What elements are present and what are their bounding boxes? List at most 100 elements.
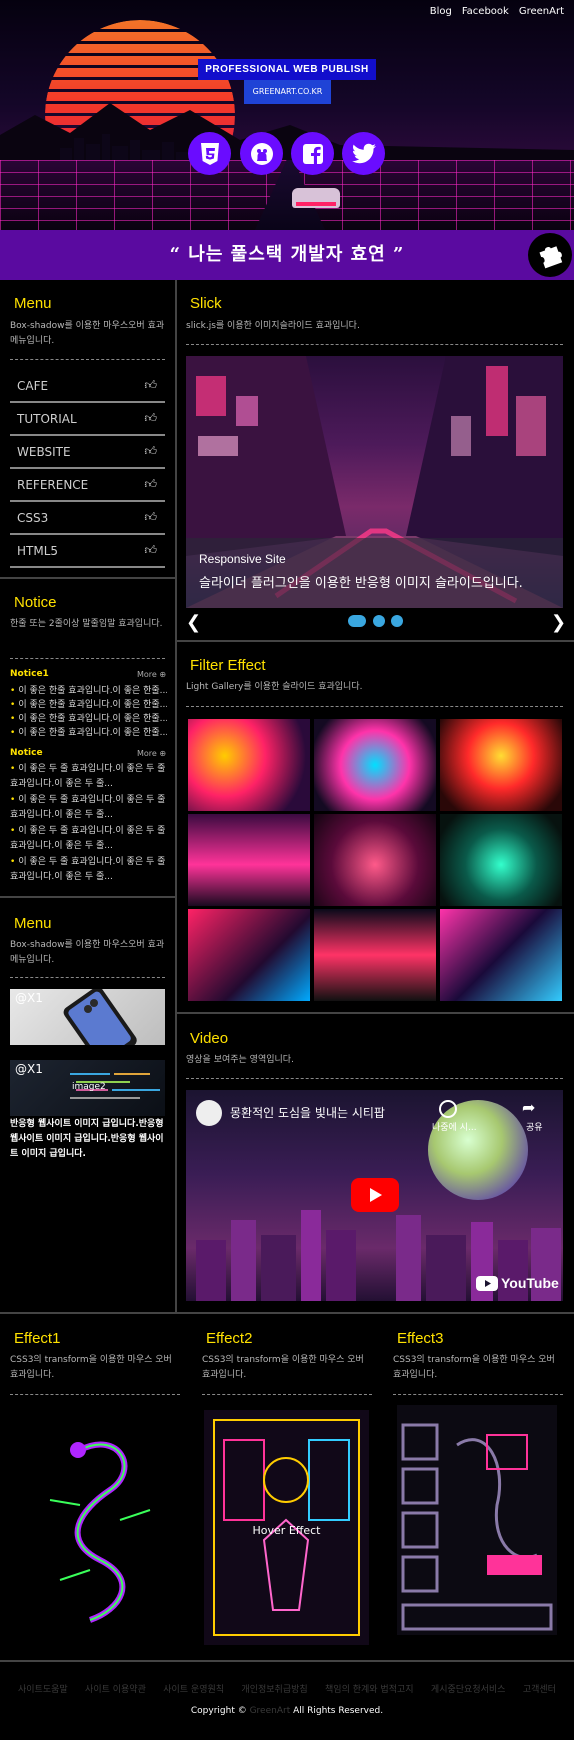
notice-item[interactable]: • 이 좋은 두 줄 효과입니다.이 좋은 두 줄 효과입니다.이 좋은 두 줄.…: [10, 824, 167, 854]
more-link[interactable]: More ⊕: [137, 670, 166, 679]
video-title: Video: [190, 1030, 229, 1047]
youtube-icon: [476, 1275, 498, 1291]
menu-desc: Box-shadow를 이용한 마우스오버 효과 메뉴입니다.: [10, 321, 165, 346]
effect3-image[interactable]: [397, 1405, 557, 1635]
effect2-desc: CSS3의 transform을 이용한 마우스 오버효과입니다.: [202, 1355, 364, 1380]
effect2-title: Effect2: [206, 1330, 253, 1347]
nav-link-greenart[interactable]: GreenArt: [519, 6, 564, 17]
filter-desc: Light Gallery를 이용한 슬라이드 효과입니다.: [186, 682, 363, 692]
gallery-item-9[interactable]: [440, 909, 562, 1001]
image2-text: image2: [72, 1082, 106, 1092]
notice2-tab[interactable]: Notice: [10, 748, 43, 758]
slider-dot[interactable]: [391, 615, 403, 627]
footer-link[interactable]: 사이트도움말: [18, 1682, 68, 1695]
thumbs-up-icon: 👍︎: [144, 477, 157, 491]
code-image[interactable]: @X1 image2: [10, 1060, 165, 1116]
section-divider: [177, 640, 574, 642]
footer-link[interactable]: 사이트 운영원칙: [163, 1682, 224, 1695]
effect1-image[interactable]: [20, 1410, 170, 1640]
slider-dot[interactable]: [373, 615, 385, 627]
phone-image[interactable]: @X1: [10, 989, 165, 1045]
slider-dot-active[interactable]: [348, 615, 366, 627]
slide-title: Responsive Site: [199, 552, 286, 566]
menu-item-html5[interactable]: HTML5 👍︎: [10, 535, 165, 568]
notice-item[interactable]: • 이 좋은 두 줄 효과입니다.이 좋은 두 줄 효과입니다.이 좋은 두 줄.…: [10, 793, 167, 823]
effect2-image[interactable]: Hover Effect: [204, 1410, 369, 1645]
column-divider: [175, 280, 177, 1312]
gallery-item-4[interactable]: [188, 814, 310, 906]
menu-item-cafe[interactable]: CAFE 👍︎: [10, 370, 165, 403]
clock-icon[interactable]: [439, 1100, 457, 1118]
channel-avatar[interactable]: [196, 1100, 222, 1126]
gallery-item-6[interactable]: [440, 814, 562, 906]
chevron-left-icon[interactable]: ❮: [186, 612, 201, 633]
slick-desc: slick.js를 이용한 이미지슬라이드 효과입니다.: [186, 321, 360, 331]
menu-item-reference[interactable]: REFERENCE 👍︎: [10, 469, 165, 502]
notice-item[interactable]: • 이 좋은 한줄 효과입니다.이 좋은 한줄...: [10, 698, 167, 712]
quote-banner: “ 나는 풀스택 개발자 효연 ”: [0, 230, 574, 280]
nav-link-facebook[interactable]: Facebook: [462, 6, 509, 17]
watch-later-label: 나중에 시...: [432, 1123, 477, 1133]
footer-link[interactable]: 사이트 이용약관: [85, 1682, 146, 1695]
notice-item[interactable]: • 이 좋은 한줄 효과입니다.이 좋은 한줄...: [10, 712, 167, 726]
footer-link[interactable]: 책임의 한계와 법적고지: [325, 1682, 414, 1695]
image1-label: @X1: [15, 991, 43, 1005]
slide-caption: Responsive Site 슬라이더 플러그인을 이용한 반응형 이미지 슬…: [186, 538, 563, 608]
divider: [186, 1078, 563, 1079]
brand-link[interactable]: GreenArt: [250, 1706, 291, 1716]
slick-title: Slick: [190, 295, 222, 312]
effect1-title: Effect1: [14, 1330, 61, 1347]
copyright: Copyright © GreenArt All Rights Reserved…: [190, 1706, 384, 1716]
divider: [10, 1394, 180, 1395]
share-icon[interactable]: ➦: [522, 1098, 535, 1117]
gallery-item-8[interactable]: [314, 909, 436, 1001]
notice-item[interactable]: • 이 좋은 한줄 효과입니다.이 좋은 한줄...: [10, 726, 167, 740]
youtube-embed[interactable]: 몽환적인 도심을 빛내는 시티팝 나중에 시... ➦ 공유 YouTube: [186, 1090, 563, 1301]
slider-image[interactable]: Responsive Site 슬라이더 플러그인을 이용한 반응형 이미지 슬…: [186, 356, 563, 608]
notice-item[interactable]: • 이 좋은 두 줄 효과입니다.이 좋은 두 줄 효과입니다.이 좋은 두 줄.…: [10, 762, 167, 792]
gallery-item-1[interactable]: [188, 719, 310, 811]
html5-icon[interactable]: [188, 132, 231, 175]
chevron-right-icon[interactable]: ❯: [551, 612, 566, 633]
divider: [393, 1394, 563, 1395]
footer-link[interactable]: 고객센터: [523, 1682, 556, 1695]
divider: [186, 706, 563, 707]
notice-item[interactable]: • 이 좋은 두 줄 효과입니다.이 좋은 두 줄 효과입니다.이 좋은 두 줄.…: [10, 855, 167, 885]
section-divider: [0, 896, 175, 898]
thumbs-up-icon: 👍︎: [144, 411, 157, 425]
youtube-logo[interactable]: YouTube: [476, 1275, 559, 1291]
menu2-title: Menu: [14, 915, 52, 932]
github-icon[interactable]: [240, 132, 283, 175]
thumbs-up-icon: 👍︎: [144, 510, 157, 524]
retro-car: [292, 188, 340, 208]
menu-item-css3[interactable]: CSS3 👍︎: [10, 502, 165, 535]
puzzle-button[interactable]: [528, 233, 572, 277]
notice1-tab[interactable]: Notice1: [10, 669, 49, 679]
gallery-item-5[interactable]: [314, 814, 436, 906]
facebook-icon[interactable]: [291, 132, 334, 175]
more-link[interactable]: More ⊕: [137, 749, 166, 758]
thumbs-up-icon: 👍︎: [144, 444, 157, 458]
notice-item[interactable]: • 이 좋은 한줄 효과입니다.이 좋은 한줄...: [10, 684, 167, 698]
twitter-icon[interactable]: [342, 132, 385, 175]
footer-link[interactable]: 개인정보취급방침: [241, 1682, 307, 1695]
header-hero: Blog Facebook GreenArt PROFESSIONAL WEB …: [0, 0, 574, 230]
divider: [10, 658, 165, 659]
menu-item-tutorial[interactable]: TUTORIAL 👍︎: [10, 403, 165, 436]
gallery-item-3[interactable]: [440, 719, 562, 811]
notice-desc: 한줄 또는 2줄이상 말줄임말 효과입니다.: [10, 619, 163, 629]
thumbs-up-icon: 👍︎: [144, 543, 157, 557]
banner-quote: “ 나는 풀스택 개발자 효연 ”: [169, 244, 405, 265]
menu-item-website[interactable]: WEBSITE 👍︎: [10, 436, 165, 469]
nav-link-blog[interactable]: Blog: [430, 6, 452, 17]
publish-domain[interactable]: GREENART.CO.KR: [244, 80, 331, 104]
filter-title: Filter Effect: [190, 657, 266, 674]
gallery-item-2[interactable]: [314, 719, 436, 811]
effect3-title: Effect3: [397, 1330, 444, 1347]
gallery-item-7[interactable]: [188, 909, 310, 1001]
top-nav: Blog Facebook GreenArt: [430, 6, 564, 17]
neon-dragon-illustration: [49, 1441, 151, 1623]
play-button[interactable]: [351, 1178, 399, 1212]
footer-link[interactable]: 게시중단요청서비스: [431, 1682, 506, 1695]
video-name[interactable]: 몽환적인 도심을 빛내는 시티팝: [230, 1104, 385, 1121]
